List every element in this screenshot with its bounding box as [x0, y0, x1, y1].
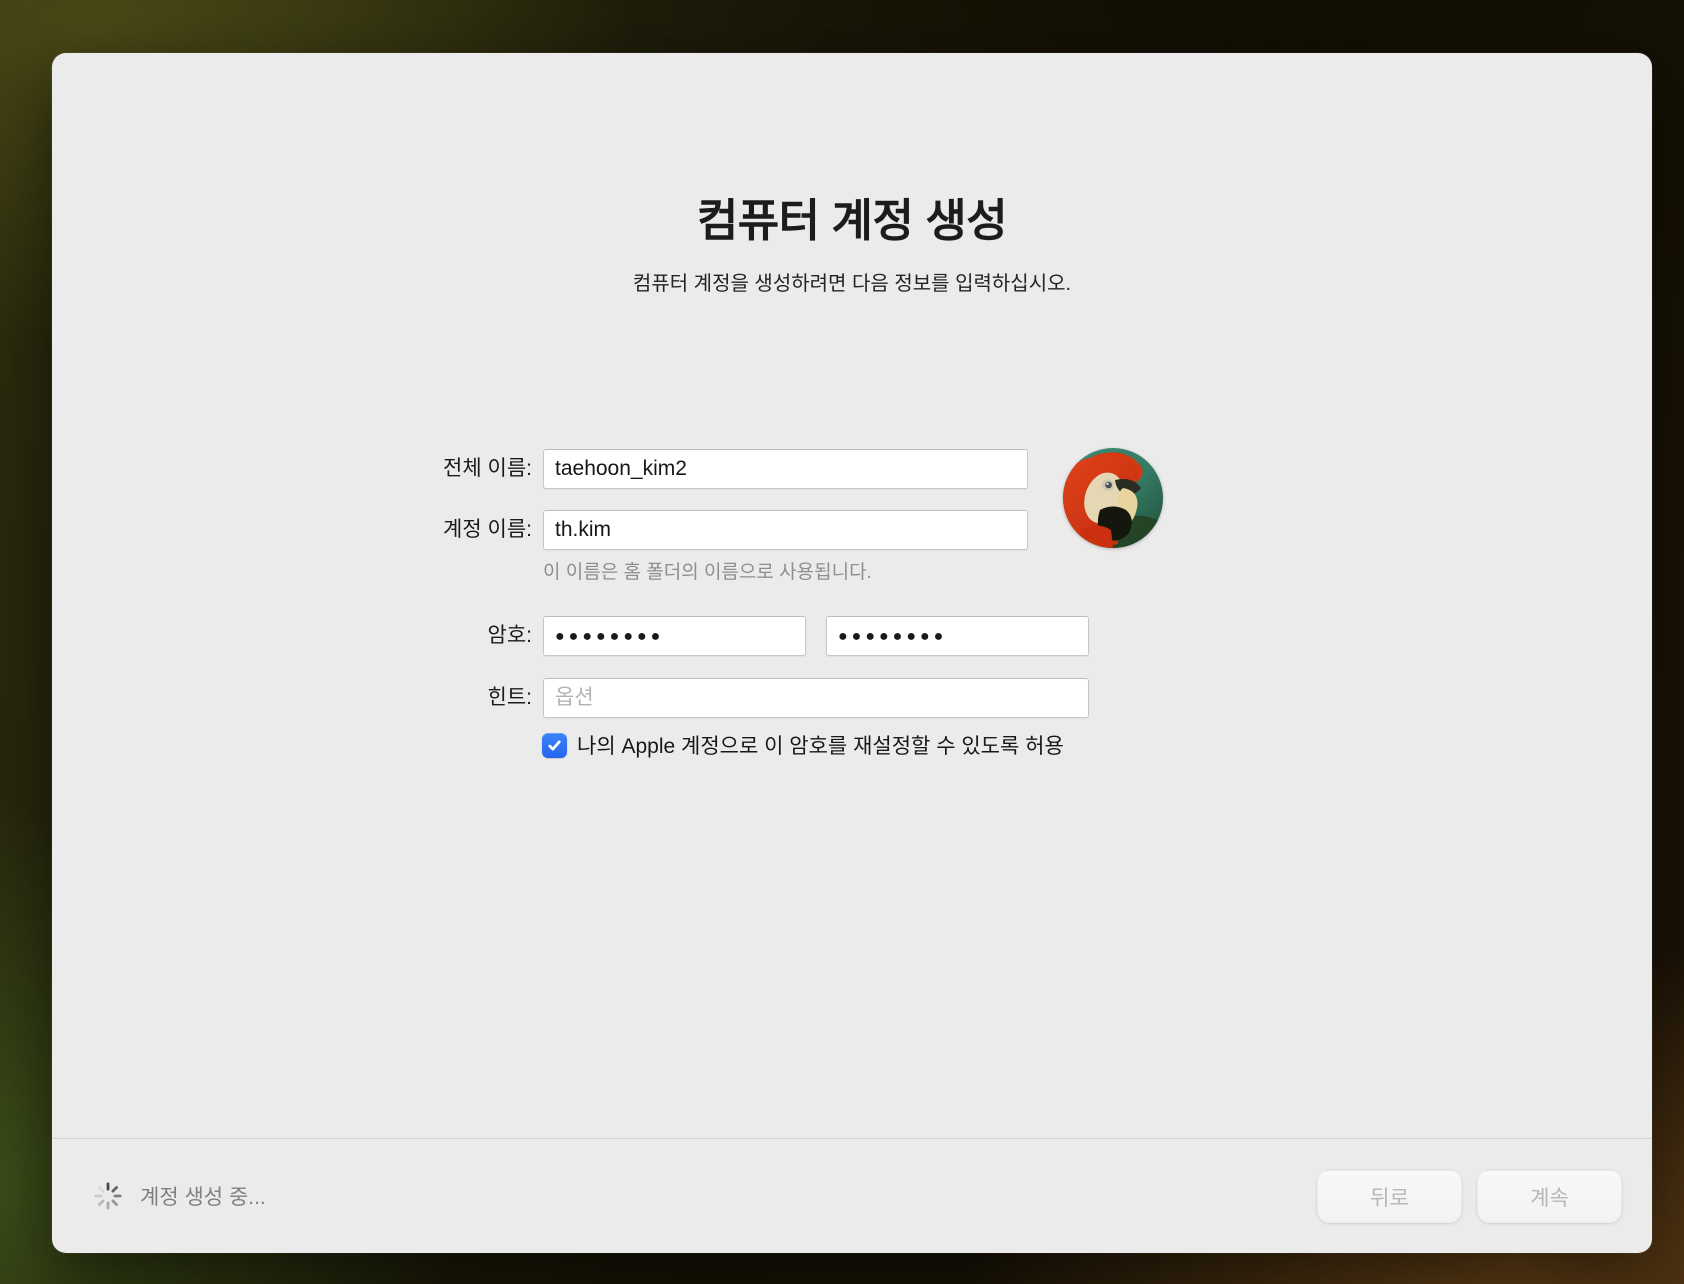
- page-subtitle: 컴퓨터 계정을 생성하려면 다음 정보를 입력하십시오.: [52, 267, 1652, 296]
- account-name-helper-text: 이 이름은 홈 폴더의 이름으로 사용됩니다.: [543, 557, 872, 584]
- password-input[interactable]: [543, 616, 806, 656]
- password-confirm-input[interactable]: [826, 616, 1089, 656]
- checkmark-icon: [547, 738, 562, 753]
- hint-label: 힌트:: [252, 678, 532, 718]
- continue-button[interactable]: 계속: [1477, 1170, 1622, 1223]
- account-avatar: [1063, 448, 1163, 548]
- parrot-avatar-image: [1063, 448, 1163, 548]
- footer-status: 계정 생성 중...: [92, 1179, 266, 1213]
- full-name-label: 전체 이름:: [252, 449, 532, 489]
- apple-account-reset-label: 나의 Apple 계정으로 이 암호를 재설정할 수 있도록 허용: [577, 730, 1064, 760]
- full-name-input[interactable]: [543, 449, 1028, 489]
- password-label: 암호:: [252, 616, 532, 656]
- status-text: 계정 생성 중...: [140, 1181, 266, 1211]
- account-name-input[interactable]: [543, 510, 1028, 550]
- back-button[interactable]: 뒤로: [1317, 1170, 1462, 1223]
- setup-assistant-window: 컴퓨터 계정 생성 컴퓨터 계정을 생성하려면 다음 정보를 입력하십시오. 전…: [52, 53, 1652, 1253]
- account-name-label: 계정 이름:: [252, 510, 532, 550]
- footer-divider: [52, 1138, 1652, 1139]
- apple-account-reset-checkbox[interactable]: [542, 733, 567, 758]
- page-title: 컴퓨터 계정 생성: [52, 184, 1652, 249]
- hint-input[interactable]: [543, 678, 1089, 718]
- progress-spinner-icon: [92, 1180, 124, 1212]
- apple-account-reset-row: 나의 Apple 계정으로 이 암호를 재설정할 수 있도록 허용: [542, 732, 1064, 758]
